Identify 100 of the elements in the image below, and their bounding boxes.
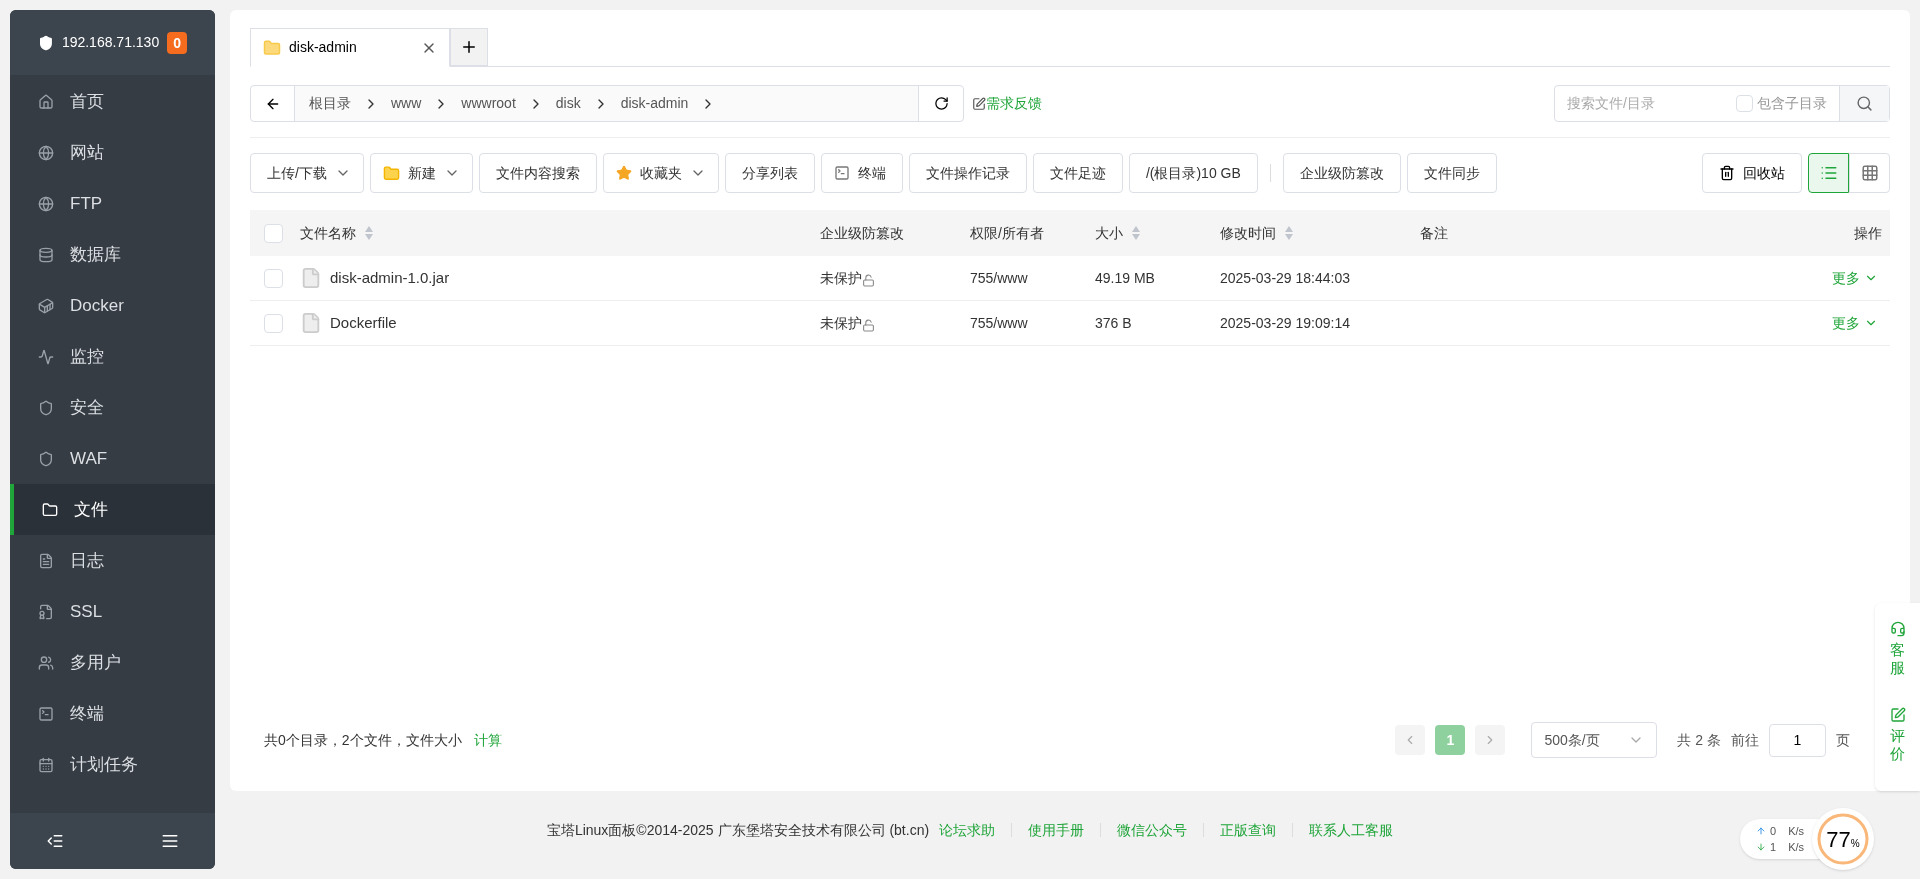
sidebar-item[interactable]: 网站 <box>10 127 215 178</box>
sidebar-item[interactable]: WAF <box>10 433 215 484</box>
breadcrumb-item[interactable]: 根目录 <box>303 93 357 114</box>
checkbox-label: 包含子目录 <box>1757 94 1827 113</box>
sort-icon[interactable] <box>1131 225 1141 241</box>
load-value: 77 <box>1826 825 1851 854</box>
sidebar-item[interactable]: 多用户 <box>10 637 215 688</box>
speed-unit: K/s <box>1788 840 1805 855</box>
terminal-icon <box>833 165 850 181</box>
goto-label: 前往 <box>1731 730 1759 750</box>
upload-speed: 0 <box>1770 824 1777 839</box>
recycle-bin-button[interactable]: 回收站 <box>1702 153 1802 193</box>
star-icon <box>615 165 632 181</box>
document-icon <box>38 552 54 569</box>
headset-icon <box>1889 621 1906 637</box>
terminal-icon <box>38 705 54 722</box>
sidebar-item[interactable]: 终端 <box>10 688 215 739</box>
breadcrumb-item[interactable]: www <box>385 93 428 114</box>
plus-icon <box>460 38 478 56</box>
sort-icon[interactable] <box>364 225 374 241</box>
summary-text: 共0个目录，2个文件，文件大小 <box>263 730 462 750</box>
page-size-select[interactable]: 500条/页 <box>1531 722 1658 758</box>
new-tab-button[interactable] <box>450 28 488 66</box>
toolbar-button[interactable]: 分享列表 <box>724 153 815 193</box>
column-header: 企业级防篡改 <box>820 223 904 243</box>
certificate-icon <box>38 603 54 620</box>
copyright-text: 宝塔Linux面板©2014-2025 广东堡塔安全技术有限公司 (bt.cn) <box>546 820 930 840</box>
sidebar-item[interactable]: 文件 <box>10 484 215 535</box>
toolbar-button[interactable]: 终端 <box>820 153 903 193</box>
toolbar-button[interactable]: 新建 <box>369 153 473 193</box>
file-icon <box>300 312 322 334</box>
upload-icon <box>1756 826 1766 836</box>
column-header[interactable]: 修改时间 <box>1220 222 1276 244</box>
sidebar-item[interactable]: SSL <box>10 586 215 637</box>
row-checkbox[interactable] <box>264 313 283 333</box>
table-cell: 376 B <box>1095 314 1132 331</box>
globe-icon <box>38 144 54 161</box>
search-button[interactable] <box>1839 86 1889 121</box>
search-input[interactable]: 搜索文件/目录 <box>1555 93 1736 114</box>
checkbox[interactable] <box>1736 95 1753 112</box>
host-address: 192.168.71.130 <box>61 33 160 52</box>
table-cell: 2025-03-29 18:44:03 <box>1220 269 1350 286</box>
percent-sign: % <box>1850 837 1860 851</box>
breadcrumb-item[interactable]: wwwroot <box>455 93 522 114</box>
search-icon <box>1856 95 1873 112</box>
folder-icon <box>263 38 281 57</box>
feedback-icon <box>972 96 986 111</box>
sidebar-item[interactable]: 监控 <box>10 331 215 382</box>
home-icon <box>38 93 54 110</box>
unlock-icon[interactable] <box>862 318 875 332</box>
table-cell[interactable]: 755/www <box>970 269 1028 286</box>
toolbar-button[interactable]: 文件操作记录 <box>908 153 1027 193</box>
select-all-checkbox[interactable] <box>264 223 283 243</box>
toolbar-button[interactable]: 文件同步 <box>1406 153 1497 193</box>
row-checkbox[interactable] <box>264 268 283 288</box>
grid-icon <box>1860 164 1879 182</box>
globe-icon <box>38 195 54 212</box>
toolbar-button[interactable]: 收藏夹 <box>602 153 719 193</box>
unlock-icon[interactable] <box>862 273 875 287</box>
sidebar-item[interactable]: Docker <box>10 280 215 331</box>
page-input[interactable]: 1 <box>1769 723 1826 757</box>
grid-view-button[interactable] <box>1849 153 1890 193</box>
calendar-icon <box>38 756 54 773</box>
column-header[interactable]: 大小 <box>1095 222 1123 244</box>
list-icon <box>1819 164 1838 182</box>
table-cell: 2025-03-29 19:09:14 <box>1220 314 1350 331</box>
trash-icon <box>1719 165 1735 181</box>
table-cell[interactable]: 755/www <box>970 314 1028 331</box>
sidebar-item[interactable]: FTP <box>10 178 215 229</box>
file-icon <box>300 267 322 289</box>
toolbar-button[interactable]: 上传/下载 <box>250 153 364 193</box>
toolbar-button[interactable]: 企业级防篡改 <box>1282 153 1401 193</box>
sidebar-item[interactable]: 数据库 <box>10 229 215 280</box>
breadcrumb-item[interactable]: disk-admin <box>614 93 695 114</box>
list-view-button[interactable] <box>1808 153 1849 193</box>
total-count: 共 2 条 <box>1677 730 1721 750</box>
breadcrumb-item[interactable]: disk <box>549 93 587 114</box>
download-speed: 1 <box>1770 840 1777 855</box>
collapse-icon[interactable] <box>46 832 64 850</box>
sidebar-item[interactable]: 日志 <box>10 535 215 586</box>
menu-icon[interactable] <box>161 832 179 850</box>
toolbar-button[interactable]: /(根目录)10 GB <box>1128 153 1258 193</box>
sidebar-item[interactable]: 安全 <box>10 382 215 433</box>
column-header: 备注 <box>1420 223 1448 243</box>
column-header[interactable]: 文件名称 <box>300 222 356 244</box>
folder-icon <box>42 501 58 518</box>
toolbar-button[interactable]: 文件内容搜索 <box>478 153 597 193</box>
page-label: 页 <box>1836 730 1850 750</box>
sidebar-item[interactable]: 首页 <box>10 76 215 127</box>
sidebar-item[interactable]: 计划任务 <box>10 739 215 790</box>
file-name[interactable]: disk-admin-1.0.jar <box>330 266 450 290</box>
column-header: 权限/所有者 <box>970 223 1044 243</box>
speed-unit: K/s <box>1788 824 1805 839</box>
table-cell: 49.19 MB <box>1095 269 1155 286</box>
database-icon <box>38 246 54 263</box>
edit-icon <box>1889 707 1906 723</box>
file-tab[interactable]: disk-admin <box>250 28 450 67</box>
sort-icon[interactable] <box>1284 225 1294 241</box>
file-name[interactable]: Dockerfile <box>330 311 397 335</box>
toolbar-button[interactable]: 文件足迹 <box>1032 153 1123 193</box>
